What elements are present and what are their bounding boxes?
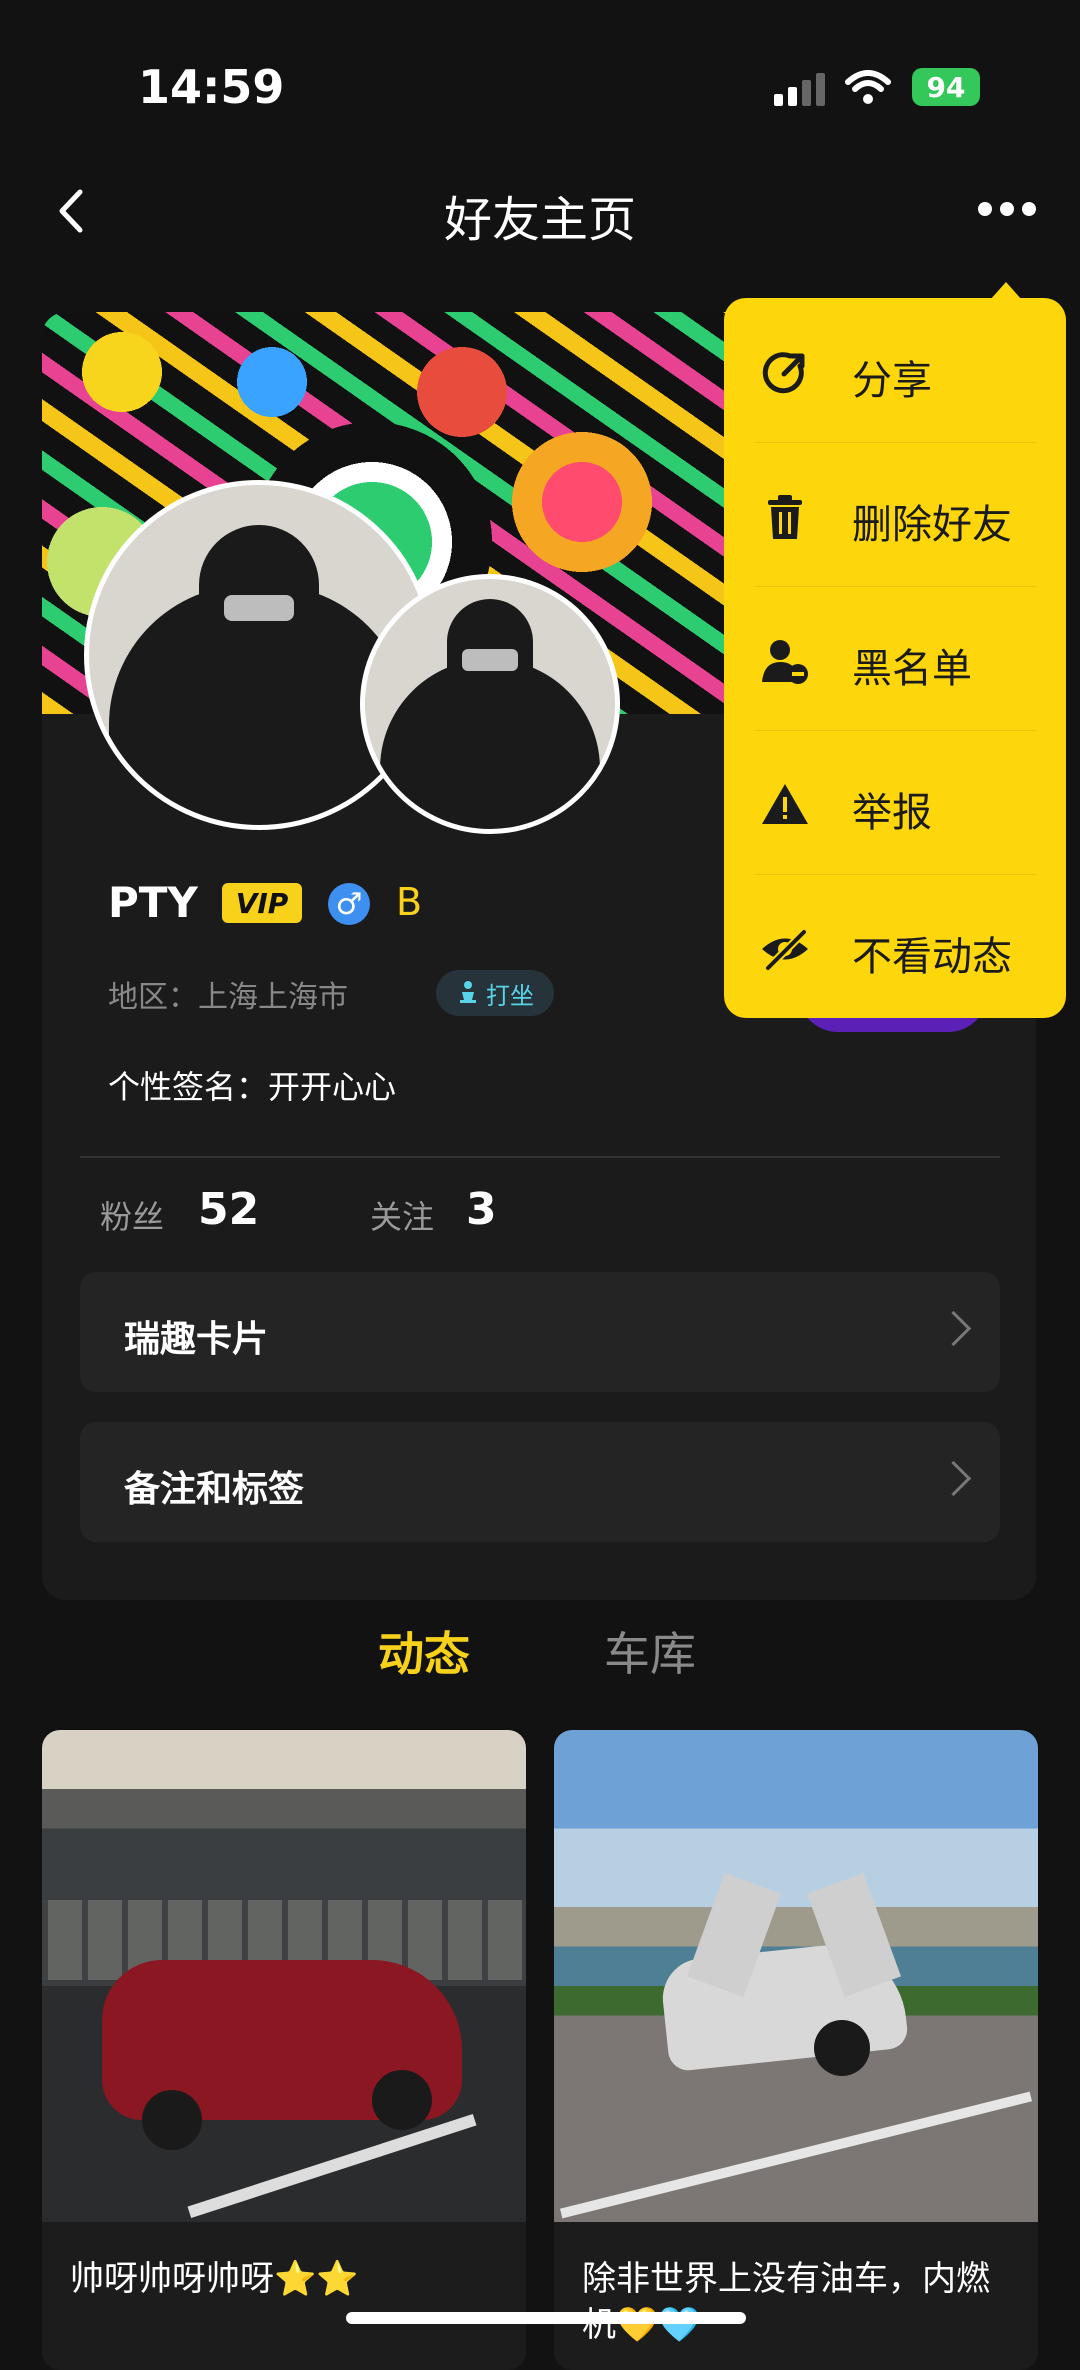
vip-badge: VIP bbox=[222, 883, 302, 923]
block-user-icon bbox=[762, 640, 808, 684]
remarks-tags-row[interactable]: 备注和标签 bbox=[80, 1422, 1000, 1542]
post-image-red-car bbox=[42, 1730, 526, 2222]
menu-item-label: 黑名单 bbox=[852, 646, 972, 692]
fun-card-label: 瑞趣卡片 bbox=[124, 1319, 269, 1360]
menu-item-share[interactable]: 分享 bbox=[724, 298, 1066, 442]
chevron-right-icon bbox=[935, 1310, 972, 1347]
grade-label: B bbox=[396, 880, 423, 924]
menu-item-label: 举报 bbox=[852, 790, 932, 836]
chevron-right-icon bbox=[935, 1460, 972, 1497]
page-title: 好友主页 bbox=[443, 192, 636, 248]
menu-item-label: 不看动态 bbox=[852, 934, 1012, 980]
status-tag-label: 打坐 bbox=[486, 981, 534, 1010]
tab-garage[interactable]: 车库 bbox=[604, 1618, 696, 1684]
menu-item-delete-friend[interactable]: 删除好友 bbox=[724, 442, 1066, 586]
remarks-tags-label: 备注和标签 bbox=[124, 1469, 305, 1510]
menu-item-label: 删除好友 bbox=[852, 502, 1012, 548]
battery-indicator: 94 bbox=[912, 68, 980, 106]
more-options-menu: 分享 删除好友 黑名单 举报 不看动态 bbox=[724, 298, 1066, 1018]
region-text: 地区：上海上海市 bbox=[108, 980, 348, 1015]
following-label[interactable]: 关注 bbox=[370, 1192, 434, 1238]
following-count[interactable]: 3 bbox=[466, 1184, 497, 1235]
signature-text: 个性签名：开开心心 bbox=[108, 1068, 397, 1106]
post-caption: 除非世界上没有油车，内燃机💛🩵 bbox=[582, 2259, 990, 2345]
warning-icon bbox=[762, 784, 808, 824]
male-gender-icon: ♂ bbox=[328, 883, 370, 925]
menu-item-label: 分享 bbox=[852, 358, 932, 404]
cellular-signal-icon bbox=[774, 73, 825, 106]
nickname: PTY bbox=[108, 878, 198, 927]
followers-count[interactable]: 52 bbox=[198, 1184, 259, 1235]
fun-card-row[interactable]: 瑞趣卡片 bbox=[80, 1272, 1000, 1392]
home-indicator[interactable] bbox=[346, 2312, 746, 2324]
status-time: 14:59 bbox=[138, 60, 285, 114]
menu-item-report[interactable]: 举报 bbox=[724, 730, 1066, 874]
post-card[interactable]: 帅呀帅呀帅呀⭐⭐ bbox=[42, 1730, 526, 2370]
trash-icon bbox=[768, 495, 802, 539]
avatar-small[interactable] bbox=[360, 574, 620, 834]
eye-off-icon bbox=[762, 929, 808, 971]
divider bbox=[80, 1156, 1000, 1158]
wifi-icon bbox=[845, 70, 891, 104]
post-caption: 帅呀帅呀帅呀⭐⭐ bbox=[70, 2259, 359, 2299]
status-tag: 打坐 bbox=[436, 970, 554, 1016]
menu-item-blacklist[interactable]: 黑名单 bbox=[724, 586, 1066, 730]
tab-moments[interactable]: 动态 bbox=[378, 1618, 470, 1684]
share-icon bbox=[762, 352, 805, 394]
menu-item-hide-moments[interactable]: 不看动态 bbox=[724, 874, 1066, 1018]
post-card[interactable]: 除非世界上没有油车，内燃机💛🩵 bbox=[554, 1730, 1038, 2370]
followers-label[interactable]: 粉丝 bbox=[100, 1192, 164, 1238]
meditation-icon bbox=[460, 981, 476, 1003]
more-options-icon[interactable] bbox=[978, 198, 1038, 222]
post-image-white-car bbox=[554, 1730, 1038, 2222]
